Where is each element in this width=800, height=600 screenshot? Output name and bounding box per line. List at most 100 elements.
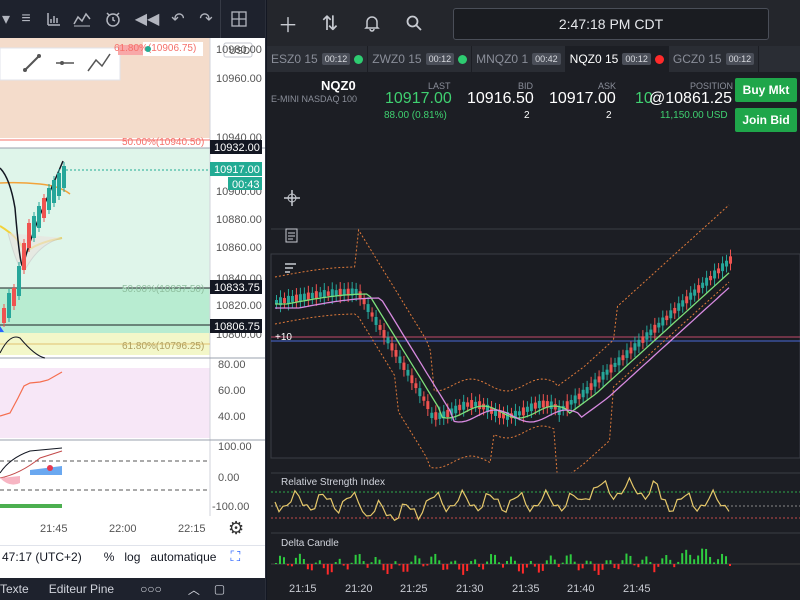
- candle: [605, 369, 609, 375]
- symbol-tab-zwz0[interactable]: ZWZ0 15 00:12: [368, 46, 473, 72]
- delta-bar: [446, 564, 449, 570]
- time-label: 21:45: [623, 583, 651, 595]
- right-trading-panel: ＋ ⇅ 2:47:18 PM CDT ESZ0 15 00:12 ZWZ0 15 00…: [267, 0, 800, 600]
- symbol-tab-mnqz0[interactable]: MNQZ0 1 00:42: [472, 46, 566, 72]
- candle: [681, 300, 685, 307]
- status-dot-icon: [458, 54, 468, 64]
- candle: [47, 188, 51, 210]
- osc-tick: 0.00: [218, 472, 239, 484]
- delta-bar: [310, 564, 313, 571]
- delta-bar: [275, 563, 277, 564]
- delta-bar: [490, 554, 493, 564]
- auto-scale-toggle[interactable]: automatique: [150, 550, 216, 564]
- time-label: 21:45: [40, 523, 68, 535]
- collapse-icon[interactable]: ︿: [188, 581, 200, 598]
- search-icon[interactable]: [393, 0, 435, 46]
- candle: [366, 304, 370, 313]
- delta-bar: [494, 554, 497, 564]
- delta-bar: [529, 560, 532, 564]
- candle: [426, 401, 430, 410]
- tab-pine-editor[interactable]: Editeur Pine: [49, 582, 114, 596]
- alarm-clock-icon[interactable]: [96, 0, 130, 38]
- price-tick: 10860.00: [216, 242, 262, 254]
- delta-bar: [314, 562, 317, 564]
- candle: [62, 166, 66, 188]
- tab-text[interactable]: Texte: [0, 582, 29, 596]
- delta-bar: [597, 564, 600, 575]
- join-bid-button[interactable]: Join Bid: [735, 108, 797, 132]
- candle: [565, 401, 569, 410]
- candle: [318, 292, 322, 297]
- candle: [701, 282, 705, 288]
- candle: [17, 266, 21, 296]
- delta-bar: [569, 554, 572, 564]
- delta-bar: [378, 559, 381, 564]
- candle: [729, 256, 732, 264]
- undo-icon[interactable]: ↶: [164, 0, 192, 38]
- candle: [458, 404, 462, 411]
- candle: [390, 343, 394, 351]
- candle: [625, 350, 629, 358]
- percent-toggle[interactable]: %: [104, 550, 115, 564]
- gear-icon[interactable]: ⚙: [228, 518, 244, 539]
- delta-bar: [677, 561, 680, 564]
- fib-top-label: 61.80%(10906.75): [114, 43, 196, 54]
- right-time-axis: 21:15 21:20 21:25 21:30 21:35 21:40 21:45: [267, 580, 800, 600]
- indicators-icon[interactable]: [68, 0, 96, 38]
- delta-bar: [410, 561, 413, 564]
- redo-icon[interactable]: ↷: [192, 0, 220, 38]
- candle: [302, 293, 306, 301]
- delta-bar: [470, 561, 473, 564]
- bell-icon[interactable]: [351, 0, 393, 46]
- change-value: 88.00 (0.81%): [384, 110, 447, 121]
- candle: [474, 401, 478, 407]
- candle: [677, 303, 681, 311]
- fib-50-top-label: 50.00%(10940.50): [122, 137, 204, 148]
- symbol-tab-nqz0[interactable]: NQZ0 15 00:12: [565, 46, 669, 72]
- sort-arrows-icon[interactable]: ⇅: [309, 0, 351, 46]
- candle: [685, 296, 689, 304]
- price-tick: 10980.00: [216, 44, 262, 56]
- left-price-chart[interactable]: 61.80%(10906.75) USD 50.00%(10940.50) 50…: [0, 38, 266, 516]
- symbol-tab-esz0[interactable]: ESZ0 15 00:12: [267, 46, 369, 72]
- delta-bar: [513, 560, 516, 564]
- tab-symbol: MNQZ0 1: [476, 52, 529, 66]
- delta-bar: [430, 556, 433, 564]
- more-icon[interactable]: ○○○: [140, 582, 162, 596]
- delta-bar: [553, 559, 556, 564]
- candle: [306, 292, 310, 300]
- log-toggle[interactable]: log: [124, 550, 140, 564]
- right-price-chart[interactable]: +10 Relative Strength Index Delta Candle: [267, 140, 800, 580]
- candle: [641, 336, 645, 343]
- candle: [597, 376, 601, 383]
- status-time: 47:17 (UTC+2): [2, 549, 82, 564]
- time-label: 21:20: [345, 583, 373, 595]
- delta-bar: [454, 560, 457, 564]
- delta-bar: [486, 561, 489, 564]
- candle: [529, 403, 533, 412]
- candle: [533, 402, 537, 409]
- settings-icon[interactable]: ≡: [12, 0, 40, 38]
- time-label: 22:00: [109, 523, 137, 535]
- position-marker: +10: [275, 332, 292, 343]
- bar-chart-icon[interactable]: [40, 0, 68, 38]
- interval-dropdown-icon[interactable]: ▾: [0, 0, 12, 38]
- buy-market-button[interactable]: Buy Mkt: [735, 78, 797, 102]
- candle: [414, 383, 418, 389]
- tab-timer: 00:12: [725, 53, 755, 65]
- delta-bar: [374, 557, 377, 564]
- delta-bar: [565, 555, 568, 564]
- delta-bar: [466, 564, 469, 572]
- maximize-icon[interactable]: ▢: [214, 582, 225, 596]
- candle: [298, 294, 302, 301]
- delta-bar: [721, 553, 724, 564]
- left-chart-panel: ▾ ≡ ◀◀ ↶ ↷ 61.80%(10906.75) USD 50.00%(1…: [0, 0, 266, 600]
- candle: [637, 339, 641, 347]
- symbol-tab-gcz0[interactable]: GCZ0 15 00:12: [669, 46, 760, 72]
- add-icon[interactable]: ＋: [267, 0, 309, 46]
- replay-icon[interactable]: ◀◀: [130, 0, 164, 38]
- layout-grid-icon[interactable]: [220, 0, 256, 38]
- candle: [721, 263, 725, 272]
- fullscreen-icon[interactable]: ⛶: [230, 548, 240, 565]
- candle: [621, 355, 625, 361]
